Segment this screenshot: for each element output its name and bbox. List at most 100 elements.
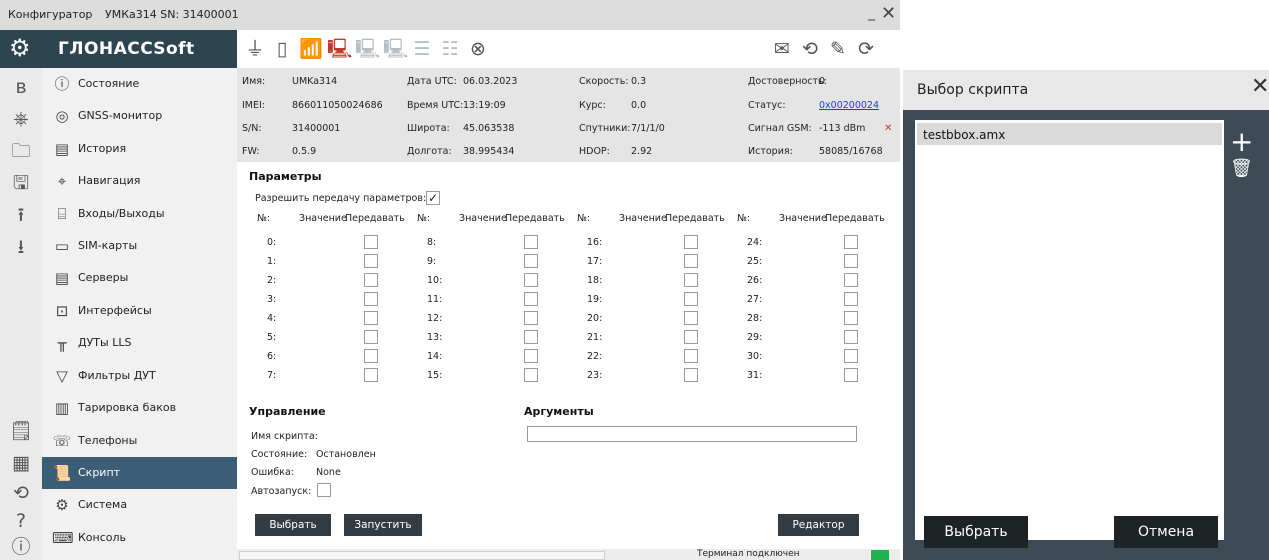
select-script-button[interactable]: Выбрать bbox=[255, 514, 331, 536]
device-icon[interactable]: ▯ bbox=[271, 37, 293, 61]
grid-icon[interactable]: ▦ bbox=[6, 450, 36, 476]
sidebar-item-2[interactable]: ◎ GNSS-монитор bbox=[42, 100, 237, 132]
param-send-checkbox[interactable] bbox=[364, 235, 378, 249]
param-send-checkbox[interactable] bbox=[364, 349, 378, 363]
script-select-dialog: Выбор скрипта ✕ testbbox.amx + 🗑 Выбрать… bbox=[903, 70, 1269, 560]
history-playback-icon[interactable]: ⟳ bbox=[855, 37, 877, 61]
title-bar: Конфигуратор УМКа314 SN: 31400001 _ ✕ bbox=[0, 0, 900, 31]
editor-button[interactable]: Редактор bbox=[778, 514, 859, 536]
script-file-list[interactable]: testbbox.amx bbox=[915, 120, 1224, 540]
add-script-icon[interactable]: + bbox=[1230, 128, 1253, 156]
run-script-button[interactable]: Запустить bbox=[344, 514, 422, 536]
param-number: 28: bbox=[747, 313, 763, 324]
script-file-item[interactable]: testbbox.amx bbox=[917, 123, 1222, 145]
param-send-checkbox[interactable] bbox=[524, 273, 538, 287]
allow-params-checkbox[interactable]: ✓ bbox=[426, 191, 440, 205]
sidebar-item-12[interactable]: ☏ Телефоны bbox=[42, 425, 237, 457]
sidebar-item-11[interactable]: ▥ Тарировка баков bbox=[42, 392, 237, 424]
param-send-checkbox[interactable] bbox=[524, 368, 538, 382]
sidebar-item-6[interactable]: ▭ SIM-карты bbox=[42, 230, 237, 262]
sidebar-item-1[interactable]: ⓘ Состояние bbox=[42, 68, 237, 100]
database-settings-icon[interactable]: ☷ bbox=[439, 37, 461, 61]
open-folder-icon[interactable]: 🗀 bbox=[6, 138, 36, 164]
param-send-checkbox[interactable] bbox=[684, 311, 698, 325]
sidebar-item-14[interactable]: ⚙ Система bbox=[42, 489, 237, 521]
param-send-checkbox[interactable] bbox=[844, 368, 858, 382]
param-send-checkbox[interactable] bbox=[364, 330, 378, 344]
upload-icon[interactable]: ⭱ bbox=[6, 202, 36, 228]
monitor-download-icon[interactable]: 🖳 bbox=[383, 37, 408, 61]
param-send-checkbox[interactable] bbox=[844, 254, 858, 268]
monitor-error-icon[interactable]: 🖳 bbox=[327, 37, 352, 61]
param-send-checkbox[interactable] bbox=[684, 368, 698, 382]
download-icon[interactable]: ⭳ bbox=[6, 234, 36, 260]
param-send-checkbox[interactable] bbox=[844, 273, 858, 287]
sidebar-item-15[interactable]: ⌨ Консоль bbox=[42, 522, 237, 554]
param-number: 23: bbox=[587, 370, 603, 381]
bluetooth-icon[interactable]: ʙ bbox=[6, 74, 36, 100]
param-send-checkbox[interactable] bbox=[844, 311, 858, 325]
sidebar-item-8[interactable]: ⊡ Интерфейсы bbox=[42, 295, 237, 327]
device-rotate-icon[interactable]: ⟲ bbox=[799, 37, 821, 61]
sidebar-item-3[interactable]: ▤ История bbox=[42, 133, 237, 165]
envelope-icon[interactable]: ✉ bbox=[771, 37, 793, 61]
close-button[interactable]: ✕ bbox=[881, 5, 896, 23]
param-send-checkbox[interactable] bbox=[364, 311, 378, 325]
param-send-checkbox[interactable] bbox=[524, 254, 538, 268]
param-send-checkbox[interactable] bbox=[844, 235, 858, 249]
help-icon[interactable]: ? bbox=[6, 508, 36, 534]
config-tool-icon[interactable]: ✎ bbox=[827, 37, 849, 61]
info-value: 58085/16768 bbox=[819, 146, 883, 157]
param-send-checkbox[interactable] bbox=[684, 292, 698, 306]
param-send-checkbox[interactable] bbox=[684, 349, 698, 363]
fuel-sensor-icon: ╥ bbox=[57, 334, 67, 352]
info-label: Скорость: bbox=[579, 76, 629, 87]
param-send-checkbox[interactable] bbox=[524, 349, 538, 363]
monitor-upload-icon[interactable]: 🖳 bbox=[355, 37, 380, 61]
autostart-checkbox[interactable] bbox=[317, 483, 331, 497]
notes-icon[interactable]: 🗒 bbox=[6, 418, 36, 444]
param-send-checkbox[interactable] bbox=[364, 254, 378, 268]
param-send-checkbox[interactable] bbox=[364, 368, 378, 382]
param-number: 22: bbox=[587, 351, 603, 362]
param-send-checkbox[interactable] bbox=[524, 235, 538, 249]
param-send-checkbox[interactable] bbox=[364, 273, 378, 287]
param-send-checkbox[interactable] bbox=[844, 349, 858, 363]
param-send-checkbox[interactable] bbox=[364, 292, 378, 306]
info-circle-icon: ⓘ bbox=[54, 75, 70, 93]
dialog-cancel-button[interactable]: Отмена bbox=[1114, 516, 1218, 548]
sidebar-item-7[interactable]: ▤ Серверы bbox=[42, 262, 237, 294]
filter-icon: ▽ bbox=[56, 367, 68, 385]
param-send-checkbox[interactable] bbox=[844, 292, 858, 306]
signal-antenna-icon[interactable]: 📶 bbox=[299, 37, 323, 61]
save-disk-icon[interactable]: 🖫 bbox=[6, 170, 36, 196]
param-send-checkbox[interactable] bbox=[524, 330, 538, 344]
param-send-checkbox[interactable] bbox=[684, 273, 698, 287]
delete-script-icon[interactable]: 🗑 bbox=[1230, 158, 1253, 180]
status-link[interactable]: 0x00200024 bbox=[819, 100, 879, 111]
dialog-close-button[interactable]: ✕ bbox=[1251, 76, 1269, 98]
power-plug-icon[interactable]: ⏚ bbox=[244, 37, 266, 61]
param-send-checkbox[interactable] bbox=[684, 330, 698, 344]
col-header-send: Передавать bbox=[345, 213, 405, 224]
param-send-checkbox[interactable] bbox=[684, 235, 698, 249]
sidebar-item-10[interactable]: ▽ Фильтры ДУТ bbox=[42, 360, 237, 392]
database-icon[interactable]: ☰ bbox=[411, 37, 433, 61]
info-icon[interactable]: ⓘ bbox=[6, 534, 36, 560]
param-send-checkbox[interactable] bbox=[524, 292, 538, 306]
location-off-icon[interactable]: ⊗ bbox=[467, 37, 489, 61]
param-send-checkbox[interactable] bbox=[524, 311, 538, 325]
param-send-checkbox[interactable] bbox=[684, 254, 698, 268]
sidebar-item-9[interactable]: ╥ ДУТы LLS bbox=[42, 327, 237, 359]
info-value: 7/1/1/0 bbox=[631, 123, 665, 134]
refresh-icon[interactable]: ⟲ bbox=[6, 480, 36, 506]
sidebar-item-4[interactable]: ⌖ Навигация bbox=[42, 165, 237, 197]
sidebar-item-13[interactable]: 📜 Скрипт bbox=[42, 457, 237, 489]
usb-device-icon[interactable]: ⎈ bbox=[6, 106, 36, 132]
minimize-button[interactable]: _ bbox=[868, 6, 875, 20]
arguments-input[interactable] bbox=[527, 426, 857, 442]
status-field bbox=[239, 551, 605, 560]
param-send-checkbox[interactable] bbox=[844, 330, 858, 344]
sidebar-item-5[interactable]: ⌸ Входы/Выходы bbox=[42, 198, 237, 230]
dialog-select-button[interactable]: Выбрать bbox=[924, 516, 1028, 548]
